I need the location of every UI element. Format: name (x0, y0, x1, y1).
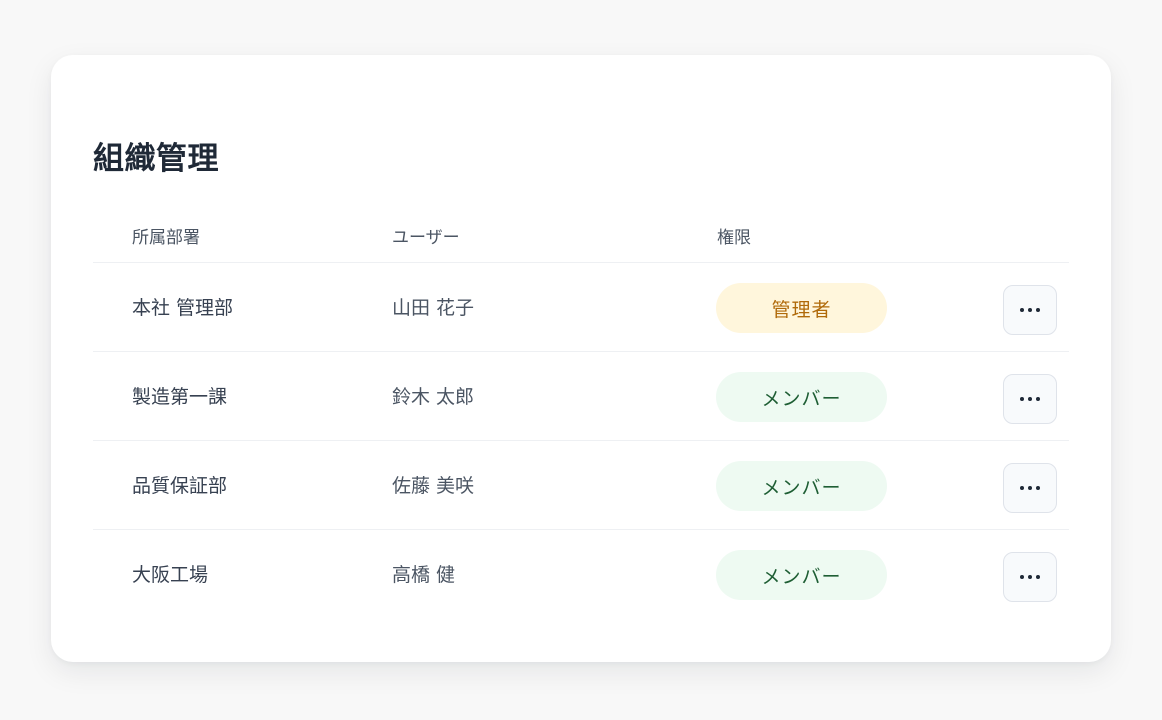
role-badge-member: メンバー (716, 372, 887, 422)
role-badge-member: メンバー (716, 461, 887, 511)
department-cell: 製造第一課 (132, 386, 228, 408)
header-role: 権限 (717, 228, 751, 248)
department-cell: 品質保証部 (132, 475, 228, 497)
role-badge-admin: 管理者 (716, 283, 887, 333)
department-cell: 大阪工場 (132, 564, 209, 586)
table-row: 大阪工場 高橋 健 メンバー (93, 530, 1069, 619)
organization-card: 組織管理 所属部署 ユーザー 権限 本社 管理部 山田 花子 管理者 製造第一課… (51, 55, 1111, 662)
department-cell: 本社 管理部 (132, 297, 234, 319)
user-cell: 山田 花子 (392, 297, 475, 319)
header-user: ユーザー (392, 228, 460, 248)
row-actions-button[interactable] (1003, 285, 1057, 335)
members-table: 所属部署 ユーザー 権限 本社 管理部 山田 花子 管理者 製造第一課 鈴木 太… (93, 213, 1069, 619)
page-title: 組織管理 (93, 141, 219, 177)
table-header: 所属部署 ユーザー 権限 (93, 213, 1069, 263)
more-horizontal-icon (1020, 308, 1040, 312)
role-badge-member: メンバー (716, 550, 887, 600)
more-horizontal-icon (1020, 575, 1040, 579)
row-actions-button[interactable] (1003, 463, 1057, 513)
user-cell: 高橋 健 (392, 564, 456, 586)
table-row: 製造第一課 鈴木 太郎 メンバー (93, 352, 1069, 441)
header-department: 所属部署 (132, 228, 200, 248)
user-cell: 鈴木 太郎 (392, 386, 475, 408)
table-row: 品質保証部 佐藤 美咲 メンバー (93, 441, 1069, 530)
table-row: 本社 管理部 山田 花子 管理者 (93, 263, 1069, 352)
more-horizontal-icon (1020, 486, 1040, 490)
row-actions-button[interactable] (1003, 374, 1057, 424)
user-cell: 佐藤 美咲 (392, 475, 475, 497)
more-horizontal-icon (1020, 397, 1040, 401)
row-actions-button[interactable] (1003, 552, 1057, 602)
